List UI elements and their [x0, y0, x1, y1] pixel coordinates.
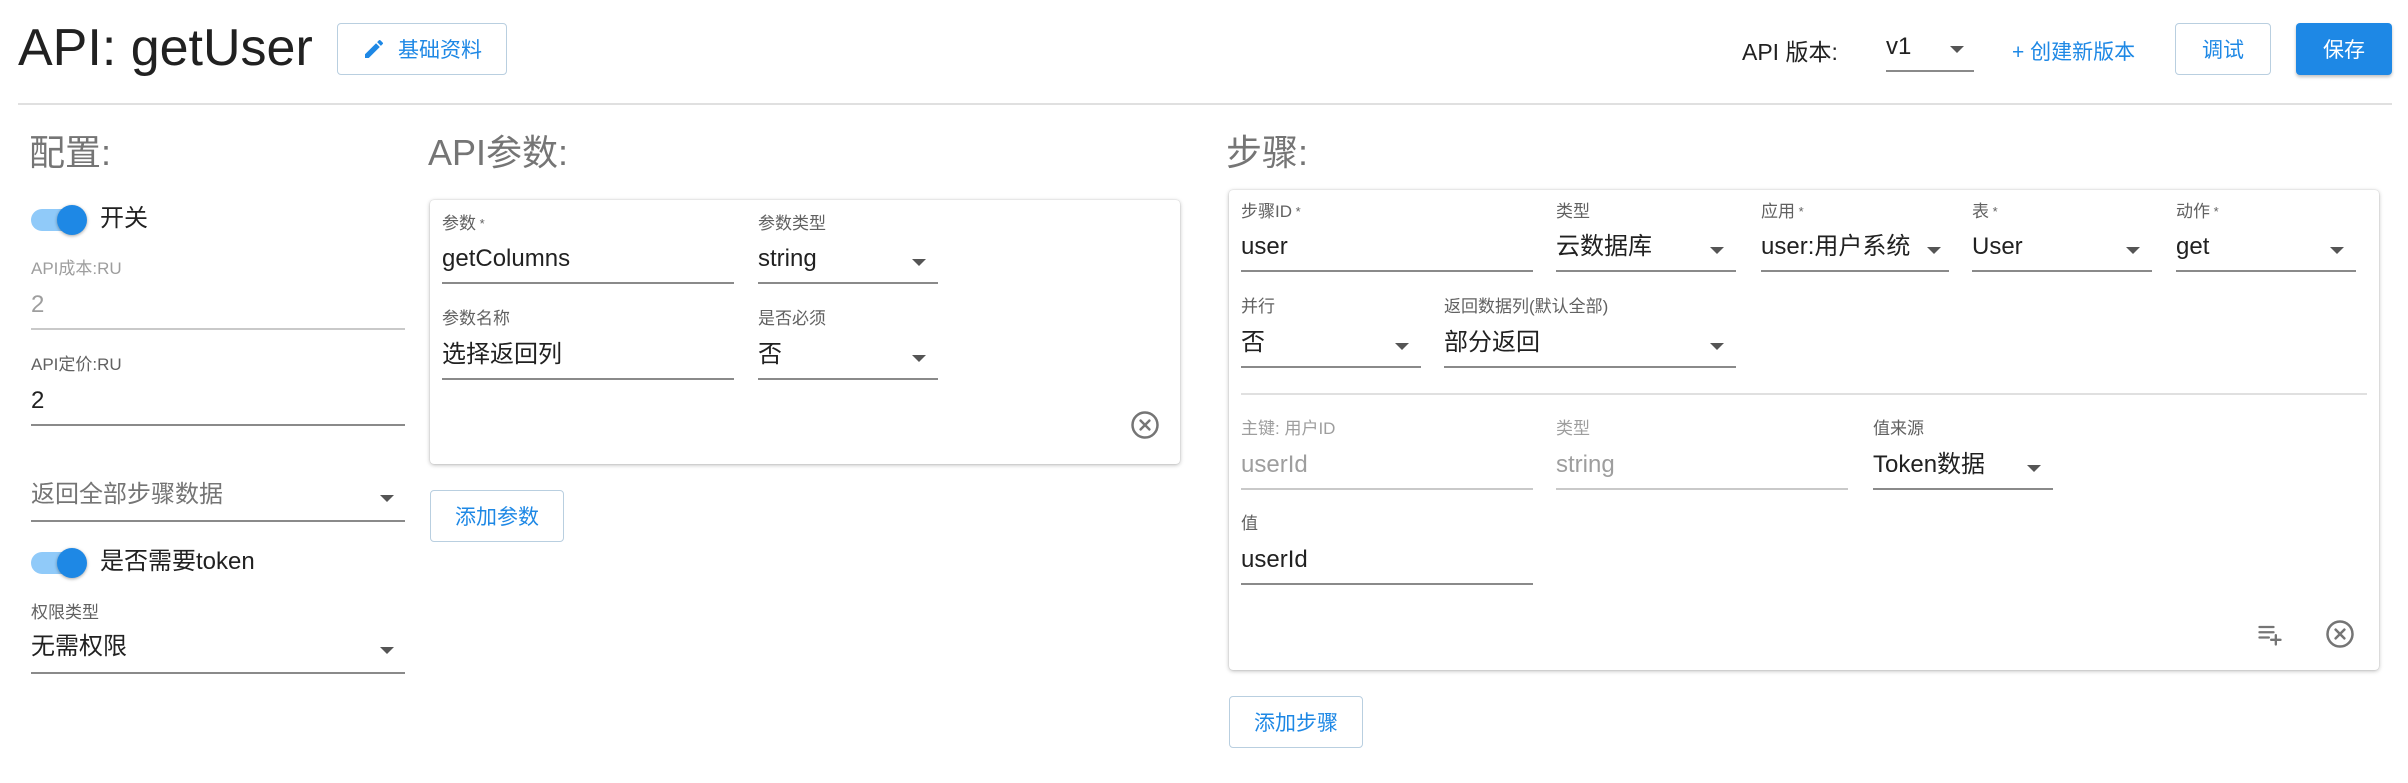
- price-field[interactable]: 2: [31, 386, 44, 416]
- param-name-label: 参数名称: [442, 309, 510, 328]
- param-card: 参数 * getColumns 参数类型 string 参数名称 选择返回列 是…: [430, 200, 1180, 464]
- param-required-value: 否: [758, 341, 782, 368]
- return-cols-value: 部分返回: [1444, 329, 1540, 356]
- chevron-down-icon: [2027, 465, 2041, 472]
- return-cols-select[interactable]: 部分返回: [1444, 324, 1736, 368]
- param-type-label: 参数类型: [758, 214, 826, 233]
- table-value: User: [1972, 233, 2023, 260]
- basic-info-button[interactable]: 基础资料: [337, 23, 507, 75]
- page-title: API: getUser: [18, 19, 313, 77]
- save-button[interactable]: 保存: [2296, 23, 2392, 75]
- action-value: get: [2176, 233, 2210, 260]
- pk-type-field: string: [1556, 451, 1615, 478]
- table-select[interactable]: User: [1972, 228, 2152, 272]
- parallel-select[interactable]: 否: [1241, 324, 1421, 368]
- step-type-select[interactable]: 云数据库: [1556, 228, 1736, 272]
- debug-button[interactable]: 调试: [2175, 23, 2271, 75]
- step-card-divider: [1241, 393, 2367, 395]
- step-id-label: 步骤ID *: [1241, 202, 1301, 221]
- cost-label: API成本:RU: [31, 259, 122, 278]
- version-label: API 版本:: [1742, 39, 1838, 65]
- value-source-value: Token数据: [1873, 451, 1986, 478]
- steps-title: 步骤:: [1226, 132, 1309, 173]
- app-label: 应用 *: [1761, 202, 1804, 221]
- pencil-icon: [365, 39, 384, 58]
- return-cols-label: 返回数据列(默认全部): [1444, 297, 1609, 316]
- return-mode-select[interactable]: 返回全部步骤数据: [31, 478, 405, 522]
- value-source-select[interactable]: Token数据: [1873, 446, 2053, 490]
- params-title: API参数:: [428, 132, 569, 173]
- close-circle-icon[interactable]: [1130, 410, 1160, 440]
- chevron-down-icon: [912, 355, 926, 362]
- table-label: 表 *: [1972, 202, 1998, 221]
- step-id-field[interactable]: user: [1241, 232, 1288, 262]
- param-label: 参数 *: [442, 214, 485, 233]
- param-field[interactable]: getColumns: [442, 244, 570, 274]
- param-type-select[interactable]: string: [758, 240, 938, 284]
- app-select[interactable]: user:用户系统: [1761, 228, 1949, 272]
- return-mode-value: 返回全部步骤数据: [31, 481, 223, 508]
- param-required-select[interactable]: 否: [758, 336, 938, 380]
- step-type-value: 云数据库: [1556, 233, 1652, 260]
- pk-type-label: 类型: [1556, 419, 1590, 438]
- chevron-down-icon: [1710, 343, 1724, 350]
- value-field[interactable]: userId: [1241, 545, 1308, 575]
- header-divider: [18, 103, 2392, 105]
- step-card: 步骤ID * user 类型 云数据库 应用 * user:用户系统 表 * U…: [1229, 190, 2379, 670]
- chevron-down-icon: [1395, 343, 1409, 350]
- chevron-down-icon: [2330, 247, 2344, 254]
- action-select[interactable]: get: [2176, 228, 2356, 272]
- parallel-label: 并行: [1241, 297, 1275, 316]
- permission-value: 无需权限: [31, 633, 127, 660]
- chevron-down-icon: [912, 259, 926, 266]
- close-circle-icon[interactable]: [2325, 619, 2355, 649]
- create-version-link[interactable]: + 创建新版本: [2012, 36, 2135, 66]
- app-value: user:用户系统: [1761, 233, 1911, 260]
- chevron-down-icon: [1710, 247, 1724, 254]
- pk-label: 主键: 用户ID: [1241, 419, 1336, 438]
- token-label: 是否需要token: [100, 548, 255, 575]
- add-param-button[interactable]: 添加参数: [430, 490, 564, 542]
- value-source-label: 值来源: [1873, 419, 1924, 438]
- action-label: 动作 *: [2176, 202, 2219, 221]
- chevron-down-icon: [1950, 46, 1964, 53]
- version-select[interactable]: v1: [1886, 30, 2018, 72]
- param-required-label: 是否必须: [758, 309, 826, 328]
- add-step-button[interactable]: 添加步骤: [1229, 696, 1363, 748]
- config-title: 配置:: [29, 132, 112, 173]
- chevron-down-icon: [1927, 247, 1941, 254]
- param-type-value: string: [758, 245, 817, 272]
- chevron-down-icon: [380, 495, 394, 502]
- cost-field: 2: [31, 291, 45, 318]
- playlist-add-icon[interactable]: [2253, 619, 2287, 649]
- parallel-value: 否: [1241, 329, 1265, 356]
- pk-field: userId: [1241, 451, 1308, 478]
- chevron-down-icon: [380, 647, 394, 654]
- step-type-label: 类型: [1556, 202, 1590, 221]
- price-label: API定价:RU: [31, 355, 122, 374]
- switch-label: 开关: [100, 205, 148, 232]
- value-label: 值: [1241, 514, 1258, 533]
- version-value: v1: [1886, 33, 1912, 60]
- param-name-field[interactable]: 选择返回列: [442, 340, 562, 370]
- permission-label: 权限类型: [31, 603, 99, 622]
- chevron-down-icon: [2126, 247, 2140, 254]
- basic-info-label: 基础资料: [398, 39, 482, 62]
- permission-select[interactable]: 无需权限: [31, 630, 405, 674]
